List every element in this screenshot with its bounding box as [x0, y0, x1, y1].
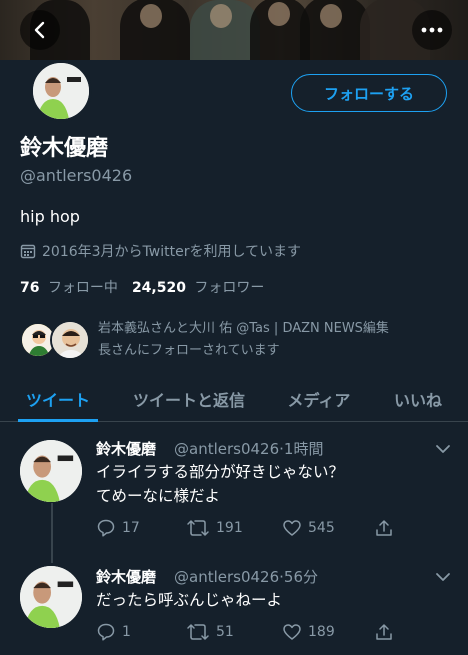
- reply-button[interactable]: 1: [96, 622, 131, 642]
- followed-by-line: 長さんにフォローされています: [98, 343, 280, 358]
- avatar-image: [52, 322, 88, 358]
- heart-icon: [283, 624, 301, 640]
- reply-count: 1: [122, 624, 131, 640]
- heart-icon: [283, 520, 301, 536]
- followed-by-text: 岩本義弘さんと大川 佑 @Tas | DAZN NEWS編集 長さんにフォローさ…: [98, 318, 450, 362]
- following-count: 76: [20, 280, 40, 296]
- retweet-count: 191: [216, 520, 243, 536]
- reply-count: 17: [122, 520, 140, 536]
- follow-button[interactable]: フォローする: [291, 74, 447, 112]
- like-count: 545: [308, 520, 335, 536]
- tweet-avatar[interactable]: [20, 440, 82, 502]
- tweet-meta: @antlers0426·56分: [174, 568, 319, 586]
- retweet-icon: [187, 520, 209, 536]
- tweet-author-handle: @antlers0426: [174, 568, 280, 586]
- like-count: 189: [308, 624, 335, 640]
- banner-face: [320, 4, 342, 28]
- followers-link[interactable]: 24,520 フォロワー: [132, 277, 264, 297]
- tweet-text-line: イライラする部分が好きじゃない？: [96, 463, 345, 481]
- share-icon: [376, 624, 392, 640]
- tweet-text: だったら呼ぶんじゃねーよ: [96, 588, 282, 612]
- share-button[interactable]: [374, 518, 394, 538]
- profile-tabs: ツイート ツイートと返信 メディア いいね: [0, 376, 468, 422]
- share-button[interactable]: [374, 622, 394, 642]
- followed-by[interactable]: 岩本義弘さんと大川 佑 @Tas | DAZN NEWS編集 長さんにフォローさ…: [20, 318, 450, 364]
- tweet-text: イライラする部分が好きじゃない？ てめーなに様だよ: [96, 460, 344, 508]
- reply-button[interactable]: 17: [96, 518, 140, 538]
- tweet-text-line: てめーなに様だよ: [96, 487, 221, 505]
- retweet-button[interactable]: 191: [186, 518, 243, 538]
- avatar-image: [20, 440, 82, 502]
- retweet-button[interactable]: 51: [186, 622, 234, 642]
- followers-count: 24,520: [131, 280, 186, 296]
- banner-face: [210, 4, 232, 28]
- followers-label: フォロワー: [194, 280, 265, 296]
- ellipsis-icon: [421, 27, 443, 33]
- reply-icon: [97, 519, 115, 537]
- tweet-avatar[interactable]: [20, 566, 82, 628]
- share-icon: [376, 520, 392, 536]
- tweet-meta: @antlers0426·1時間: [174, 440, 324, 458]
- chevron-down-icon[interactable]: [434, 568, 452, 586]
- profile-avatar[interactable]: [30, 60, 92, 122]
- tweet-author-name[interactable]: 鈴木優磨: [96, 566, 156, 587]
- back-button[interactable]: [20, 10, 60, 50]
- calendar-icon: [20, 244, 36, 259]
- followed-by-line: 岩本義弘さんと大川 佑 @Tas | DAZN NEWS編集: [98, 321, 389, 336]
- joined-text: 2016年3月からTwitterを利用しています: [42, 244, 302, 260]
- tab-tweets[interactable]: ツイート: [8, 376, 108, 422]
- active-tab-indicator: [18, 419, 98, 422]
- following-link[interactable]: 76 フォロー中: [20, 277, 118, 297]
- retweet-count: 51: [216, 624, 234, 640]
- tweet-author-handle: @antlers0426: [174, 440, 280, 458]
- profile-handle: @antlers0426: [20, 166, 133, 185]
- banner-face: [140, 4, 162, 28]
- banner-face: [268, 2, 290, 26]
- like-button[interactable]: 189: [282, 622, 335, 642]
- profile-banner[interactable]: [0, 0, 468, 60]
- joined-date: 2016年3月からTwitterを利用しています: [20, 241, 301, 261]
- tab-likes[interactable]: いいね: [378, 376, 458, 422]
- avatar-image: [33, 63, 89, 119]
- tweet-author-name[interactable]: 鈴木優磨: [96, 438, 156, 459]
- tweet-time: 1時間: [283, 440, 324, 458]
- more-options-button[interactable]: [412, 10, 452, 50]
- tweet-time: 56分: [283, 568, 319, 586]
- thread-connector: [51, 503, 53, 563]
- reply-icon: [97, 623, 115, 641]
- tab-media[interactable]: メディア: [272, 376, 366, 422]
- avatar-image: [20, 566, 82, 628]
- chevron-left-icon: [34, 21, 45, 39]
- like-button[interactable]: 545: [282, 518, 335, 538]
- retweet-icon: [187, 624, 209, 640]
- profile-display-name: 鈴木優磨: [20, 136, 109, 161]
- tweet-text-line: だったら呼ぶんじゃねーよ: [96, 591, 283, 609]
- follow-counts: 76 フォロー中 24,520 フォロワー: [20, 277, 264, 297]
- chevron-down-icon[interactable]: [434, 440, 452, 458]
- tab-tweets-and-replies[interactable]: ツイートと返信: [120, 376, 258, 422]
- follower-avatar: [50, 320, 90, 360]
- profile-bio: hip hop: [20, 207, 80, 226]
- following-label: フォロー中: [47, 280, 118, 296]
